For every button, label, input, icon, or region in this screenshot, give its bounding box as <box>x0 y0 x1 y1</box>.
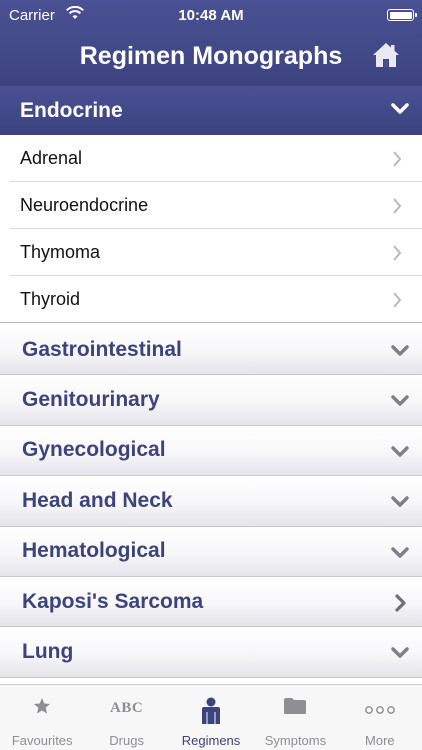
status-bar: Carrier 10:48 AM <box>0 0 422 30</box>
battery-icon <box>387 9 417 21</box>
home-icon[interactable] <box>372 42 400 68</box>
chevron-right-icon <box>393 151 402 167</box>
category-head-and-neck[interactable]: Head and Neck <box>0 476 422 527</box>
chevron-down-icon <box>391 395 409 407</box>
person-icon <box>202 697 221 724</box>
category-kaposis-sarcoma[interactable]: Kaposi's Sarcoma <box>0 576 422 628</box>
tab-label: Favourites <box>11 733 73 748</box>
list-item-neuroendocrine[interactable]: Neuroendocrine <box>0 182 422 229</box>
chevron-down-icon <box>391 546 409 558</box>
list-item-thymoma[interactable]: Thymoma <box>0 229 422 276</box>
category-genitourinary[interactable]: Genitourinary <box>0 375 422 426</box>
section-header-label: Endocrine <box>20 98 123 122</box>
clock: 10:48 AM <box>178 7 244 24</box>
chevron-down-icon <box>391 446 409 457</box>
chevron-down-icon <box>391 647 409 659</box>
tab-label: Symptoms <box>264 733 327 748</box>
list-item-label: Adrenal <box>20 148 83 168</box>
chevron-down-icon <box>391 103 409 114</box>
list-item-label: Thyroid <box>20 289 81 309</box>
tab-favourites[interactable]: Favourites <box>0 685 84 750</box>
category-gastrointestinal[interactable]: Gastrointestinal <box>0 325 422 376</box>
chevron-right-icon <box>393 292 402 308</box>
tab-label: Drugs <box>109 733 144 748</box>
category-lung[interactable]: Lung <box>0 627 422 678</box>
chevron-right-icon <box>393 198 402 214</box>
list-item-adrenal[interactable]: Adrenal <box>0 135 422 182</box>
category-hematological[interactable]: Hematological <box>0 526 422 577</box>
chevron-right-icon <box>395 594 406 612</box>
category-label: Hematological <box>22 539 166 563</box>
tab-more[interactable]: More <box>338 685 422 750</box>
tab-bar: Favourites ABC Drugs Regimens Symptoms M… <box>0 684 422 750</box>
header: Carrier 10:48 AM Regimen Monographs <box>0 0 422 86</box>
tab-label: More <box>365 733 395 748</box>
tab-label: Regimens <box>181 733 241 748</box>
category-label: Kaposi's Sarcoma <box>22 589 204 613</box>
category-label: Head and Neck <box>22 488 173 512</box>
folder-icon <box>284 698 307 714</box>
category-label: Gynecological <box>22 438 166 462</box>
chevron-down-icon <box>391 496 409 507</box>
list-item-thyroid[interactable]: Thyroid <box>0 276 422 323</box>
star-icon <box>34 698 51 714</box>
category-label: Lung <box>22 640 74 664</box>
category-list: Gastrointestinal Genitourinary Gynecolog… <box>0 325 422 678</box>
tab-regimens[interactable]: Regimens <box>169 685 253 750</box>
category-gynecological[interactable]: Gynecological <box>0 425 422 477</box>
section-header-endocrine[interactable]: Endocrine <box>0 86 422 135</box>
chevron-right-icon <box>393 245 402 261</box>
list-item-label: Neuroendocrine <box>20 195 149 215</box>
more-icon <box>364 706 395 714</box>
chevron-down-icon <box>391 345 409 356</box>
list-item-label: Thymoma <box>20 242 101 262</box>
tab-symptoms[interactable]: Symptoms <box>253 685 337 750</box>
abc-icon: ABC <box>110 700 144 716</box>
page-title: Regimen Monographs <box>79 42 343 70</box>
category-label: Genitourinary <box>22 388 160 412</box>
category-label: Gastrointestinal <box>22 337 182 361</box>
tab-drugs[interactable]: ABC Drugs <box>84 685 168 750</box>
endocrine-sub-list: Adrenal Neuroendocrine Thymoma Thyroid <box>0 135 422 323</box>
